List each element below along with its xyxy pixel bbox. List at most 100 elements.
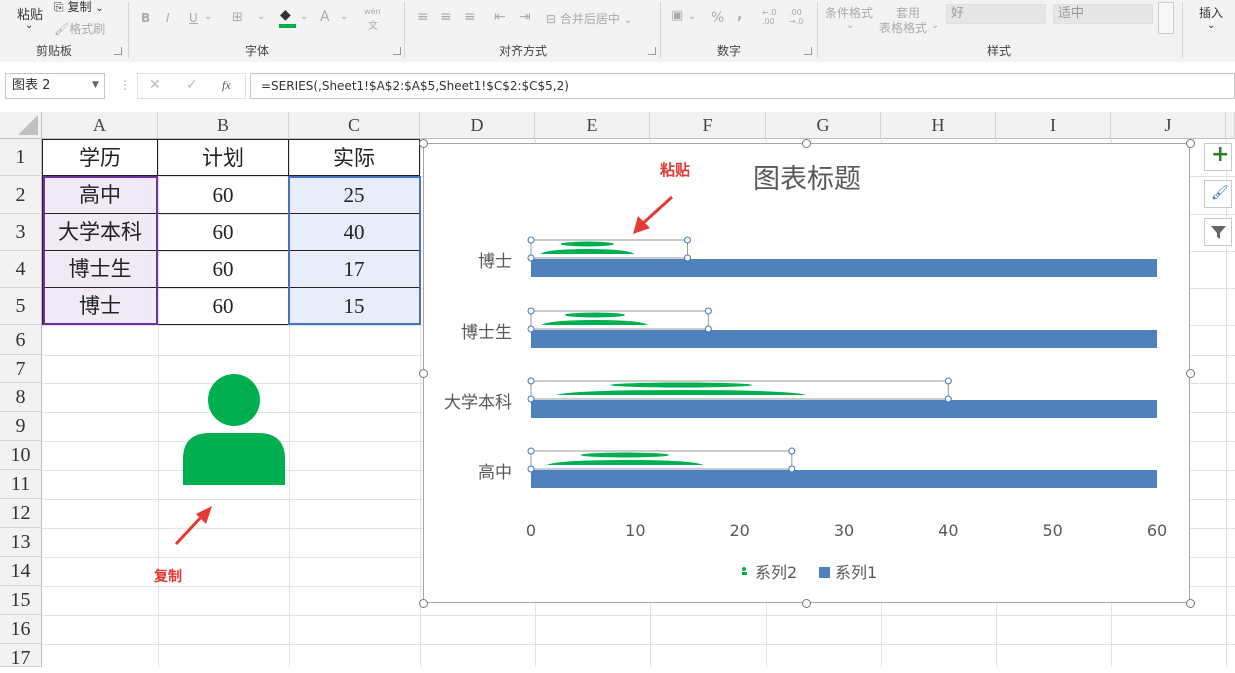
insert-button[interactable]: 插入 [1199,4,1223,21]
column-header-J[interactable]: J [1111,112,1226,139]
row-header-3[interactable]: 3 [0,214,42,251]
accounting-format-icon[interactable]: ▣ [671,8,683,23]
font-color-dropdown-icon[interactable]: ⌄ [340,11,348,22]
underline-button[interactable]: U [189,11,198,25]
row-header-14[interactable]: 14 [0,557,42,586]
chart-elements-button[interactable]: + [1204,142,1232,171]
column-header-D[interactable]: D [420,112,535,139]
conditional-format-button[interactable]: 条件格式 [825,4,873,21]
filter-icon [1211,226,1226,239]
column-header-filler [1226,112,1235,139]
clipboard-launcher-icon[interactable] [114,47,122,55]
phonetic-icon[interactable]: wén [364,7,381,16]
paste-dropdown-icon[interactable]: ⌄ [25,20,33,31]
chart-resize-handle[interactable] [419,139,428,148]
category-range-highlight [43,176,158,325]
table-format-button[interactable]: 表格格式 [879,19,927,36]
grid-row-line [42,644,1235,645]
column-header-A[interactable]: A [42,112,158,139]
row-header-12[interactable]: 12 [0,499,42,528]
formula-input[interactable]: =SERIES(,Sheet1!$A$2:$A$5,Sheet1!$C$2:$C… [250,73,1235,99]
font-color-button[interactable]: A [320,9,330,25]
chart-resize-handle[interactable] [1186,369,1195,378]
percent-button[interactable]: % [711,10,724,26]
x-tick-label: 40 [938,521,958,540]
row-header-4[interactable]: 4 [0,251,42,288]
row-header-7[interactable]: 7 [0,355,42,383]
row-header-1[interactable]: 1 [0,139,42,176]
column-header-E[interactable]: E [535,112,650,139]
increase-indent-icon[interactable]: ⇥ [519,9,531,25]
column-header-F[interactable]: F [650,112,766,139]
align-left-icon[interactable]: ≡ [417,9,429,25]
row-header-6[interactable]: 6 [0,325,42,355]
border-icon[interactable]: ⊞ [232,10,243,25]
column-header-H[interactable]: H [881,112,996,139]
row-header-11[interactable]: 11 [0,470,42,499]
italic-button[interactable]: I [166,11,170,25]
copy-button[interactable]: ⎘ 复制 ⌄ [54,0,104,15]
chart-resize-handle[interactable] [419,369,428,378]
decrease-indent-icon[interactable]: ⇤ [494,9,506,25]
style-neutral[interactable]: 适中 [1053,4,1153,24]
select-all-button[interactable] [0,112,42,139]
decrease-decimal-button[interactable]: .00 →.0 [789,8,803,26]
chart-filters-button[interactable] [1204,218,1232,246]
cond-format-dropdown-icon[interactable]: ⌄ [846,20,854,31]
row-header-9[interactable]: 9 [0,412,42,441]
comma-button[interactable]: , [737,7,742,23]
border-dropdown-icon[interactable]: ⌄ [257,11,265,22]
header-cell[interactable]: 学历 [42,139,158,176]
row-header-10[interactable]: 10 [0,441,42,470]
series-selection-handle [704,307,712,315]
chart-resize-handle[interactable] [419,599,428,608]
header-cell[interactable]: 计划 [158,139,289,176]
row-header-2[interactable]: 2 [0,176,42,214]
chart-area[interactable]: 图表标题 博士 博士生 大学本科 高中 0 10 20 30 40 50 60 系列2 系列1 粘贴 [423,143,1190,603]
insert-function-icon[interactable]: fx [222,78,231,93]
chart-resize-handle[interactable] [802,139,811,148]
row-header-15[interactable]: 15 [0,586,42,615]
column-header-G[interactable]: G [766,112,881,139]
align-launcher-icon[interactable] [648,47,656,55]
table-cell[interactable]: 60 [158,288,289,325]
chart-resize-handle[interactable] [1186,139,1195,148]
accounting-dropdown-icon[interactable]: ⌄ [688,11,696,22]
fill-dropdown-icon[interactable]: ⌄ [300,11,308,22]
person-icon[interactable] [180,373,288,487]
underline-dropdown-icon[interactable]: ⌄ [204,11,212,22]
header-cell[interactable]: 实际 [289,139,420,176]
increase-decimal-button[interactable]: ←.0 .00 [762,8,776,26]
format-painter-button[interactable]: 🖌格式刷 [54,20,105,37]
table-format-dropdown-icon[interactable]: ⌄ [931,20,939,31]
column-header-I[interactable]: I [996,112,1111,139]
merge-center-button[interactable]: ⊟ 合并后居中 ⌄ [546,10,632,27]
style-good[interactable]: 好 [946,4,1046,24]
fill-color-icon[interactable]: ◆ [280,7,291,23]
font-launcher-icon[interactable] [393,47,401,55]
align-right-icon[interactable]: ≡ [464,9,476,25]
row-header-16[interactable]: 16 [0,615,42,644]
styles-scroll[interactable] [1158,2,1174,34]
chart-resize-handle[interactable] [1186,599,1195,608]
name-box[interactable]: 图表 2 [5,73,105,99]
chart-styles-button[interactable]: 🖌 [1204,180,1232,208]
name-box-dropdown-icon[interactable]: ▼ [92,80,99,90]
column-header-C[interactable]: C [289,112,420,139]
table-cell[interactable]: 60 [158,214,289,251]
number-launcher-icon[interactable] [804,47,812,55]
paste-annotation: 粘贴 [660,161,690,179]
cancel-icon[interactable]: ✕ [149,77,161,93]
enter-icon[interactable]: ✓ [186,77,198,93]
table-cell[interactable]: 60 [158,251,289,288]
row-header-8[interactable]: 8 [0,383,42,412]
bold-button[interactable]: B [141,11,150,25]
column-header-B[interactable]: B [158,112,289,139]
row-header-13[interactable]: 13 [0,528,42,557]
align-center-icon[interactable]: ≡ [440,9,452,25]
insert-dropdown-icon[interactable]: ⌄ [1207,20,1215,31]
row-header-5[interactable]: 5 [0,288,42,325]
row-header-17[interactable]: 17 [0,644,42,669]
chart-resize-handle[interactable] [802,599,811,608]
table-cell[interactable]: 60 [158,176,289,214]
